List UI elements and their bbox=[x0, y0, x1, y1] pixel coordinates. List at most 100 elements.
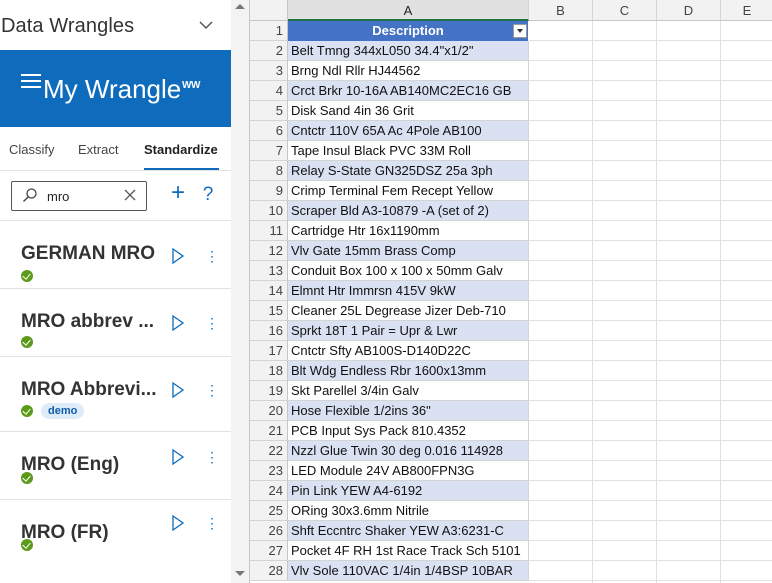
row-header[interactable]: 8 bbox=[250, 161, 288, 181]
row-header[interactable]: 27 bbox=[250, 541, 288, 561]
description-cell[interactable]: Relay S-State GN325DSZ 25a 3ph bbox=[288, 161, 529, 181]
row-header[interactable]: 16 bbox=[250, 321, 288, 341]
description-cell[interactable]: PCB Input Sys Pack 810.4352 bbox=[288, 421, 529, 441]
table-header-cell[interactable]: Description bbox=[288, 21, 529, 41]
description-cell[interactable]: Shft Eccntrc Shaker YEW A3:6231-C bbox=[288, 521, 529, 541]
select-all-corner[interactable] bbox=[250, 0, 288, 21]
scroll-up-icon[interactable] bbox=[235, 4, 245, 9]
description-cell[interactable]: Cntctr 110V 65A Ac 4Pole AB100 bbox=[288, 121, 529, 141]
grid-line bbox=[529, 80, 772, 81]
row-header[interactable]: 24 bbox=[250, 481, 288, 501]
description-cell[interactable]: Scraper Bld A3-10879 -A (set of 2) bbox=[288, 201, 529, 221]
description-cell[interactable]: Elmnt Htr Immrsn 415V 9kW bbox=[288, 281, 529, 301]
play-icon[interactable] bbox=[171, 382, 185, 398]
description-cell[interactable]: Cartridge Htr 16x1190mm bbox=[288, 221, 529, 241]
menu-icon[interactable] bbox=[21, 74, 41, 88]
description-cell[interactable]: Blt Wdg Endless Rbr 1600x13mm bbox=[288, 361, 529, 381]
column-header-b[interactable]: B bbox=[529, 0, 593, 21]
column-header-e[interactable]: E bbox=[721, 0, 772, 21]
row-header[interactable]: 19 bbox=[250, 381, 288, 401]
more-options-icon[interactable]: ⋮ bbox=[205, 248, 219, 264]
play-icon[interactable] bbox=[171, 315, 185, 331]
play-icon[interactable] bbox=[171, 449, 185, 465]
row-header[interactable]: 13 bbox=[250, 261, 288, 281]
grid-line bbox=[529, 200, 772, 201]
description-cell[interactable]: Pocket 4F RH 1st Race Track Sch 5101 bbox=[288, 541, 529, 561]
pane-tabs: Classify Extract Standardize bbox=[0, 138, 231, 172]
row-header[interactable]: 11 bbox=[250, 221, 288, 241]
wrangle-item[interactable]: GERMAN MRO ⋮ bbox=[0, 221, 231, 289]
pane-scrollbar[interactable] bbox=[231, 0, 249, 583]
more-options-icon[interactable]: ⋮ bbox=[205, 515, 219, 531]
column-header-c[interactable]: C bbox=[593, 0, 657, 21]
scroll-down-icon[interactable] bbox=[235, 571, 245, 576]
description-cell[interactable]: Cleaner 25L Degrease Jizer Deb-710 bbox=[288, 301, 529, 321]
description-cell[interactable]: Conduit Box 100 x 100 x 50mm Galv bbox=[288, 261, 529, 281]
column-header-a[interactable]: A bbox=[288, 0, 529, 21]
row-header[interactable]: 4 bbox=[250, 81, 288, 101]
row-header[interactable]: 3 bbox=[250, 61, 288, 81]
grid-line bbox=[720, 21, 721, 583]
wrangle-name: GERMAN MRO bbox=[21, 243, 156, 264]
description-cell[interactable]: Crct Brkr 10-16A AB140MC2EC16 GB bbox=[288, 81, 529, 101]
filter-dropdown-icon[interactable] bbox=[513, 24, 527, 38]
row-header[interactable]: 5 bbox=[250, 101, 288, 121]
wrangle-item[interactable]: MRO Abbrevi... demo ⋮ bbox=[0, 357, 231, 432]
status-check-icon bbox=[21, 336, 33, 348]
tab-extract[interactable]: Extract bbox=[78, 142, 118, 157]
row-header[interactable]: 17 bbox=[250, 341, 288, 361]
more-options-icon[interactable]: ⋮ bbox=[205, 382, 219, 398]
row-header[interactable]: 10 bbox=[250, 201, 288, 221]
status-check-icon bbox=[21, 405, 33, 417]
description-cell[interactable]: Skt Parellel 3/4in Galv bbox=[288, 381, 529, 401]
description-cell[interactable]: Nzzl Glue Twin 30 deg 0.016 114928 bbox=[288, 441, 529, 461]
wrangle-item[interactable]: MRO (FR) ⋮ bbox=[0, 500, 231, 567]
row-header[interactable]: 1 bbox=[250, 21, 288, 41]
description-cell[interactable]: Vlv Gate 15mm Brass Comp bbox=[288, 241, 529, 261]
row-header[interactable]: 20 bbox=[250, 401, 288, 421]
row-header[interactable]: 28 bbox=[250, 561, 288, 581]
wrangle-item[interactable]: MRO (Eng) ⋮ bbox=[0, 432, 231, 500]
wrangle-name: MRO Abbrevi... bbox=[21, 379, 157, 400]
grid-line bbox=[529, 420, 772, 421]
row-header[interactable]: 12 bbox=[250, 241, 288, 261]
wrangle-item[interactable]: MRO abbrev ... ⋮ bbox=[0, 289, 231, 357]
more-options-icon[interactable]: ⋮ bbox=[205, 315, 219, 331]
row-header[interactable]: 6 bbox=[250, 121, 288, 141]
description-cell[interactable]: Cntctr Sfty AB100S-D140D22C bbox=[288, 341, 529, 361]
help-icon[interactable]: ? bbox=[199, 182, 217, 208]
clear-search-icon[interactable] bbox=[124, 186, 140, 204]
row-header[interactable]: 9 bbox=[250, 181, 288, 201]
description-cell[interactable]: Disk Sand 4in 36 Grit bbox=[288, 101, 529, 121]
description-cell[interactable]: Sprkt 18T 1 Pair = Upr & Lwr bbox=[288, 321, 529, 341]
description-cell[interactable]: ORing 30x3.6mm Nitrile bbox=[288, 501, 529, 521]
description-cell[interactable]: Belt Tmng 344xL050 34.4"x1/2" bbox=[288, 41, 529, 61]
grid-line bbox=[529, 280, 772, 281]
more-options-icon[interactable]: ⋮ bbox=[205, 449, 219, 465]
description-cell[interactable]: Crimp Terminal Fem Recept Yellow bbox=[288, 181, 529, 201]
description-cell[interactable]: Hose Flexible 1/2ins 36" bbox=[288, 401, 529, 421]
row-header[interactable]: 18 bbox=[250, 361, 288, 381]
row-header[interactable]: 26 bbox=[250, 521, 288, 541]
search-input[interactable] bbox=[47, 187, 115, 205]
row-header[interactable]: 23 bbox=[250, 461, 288, 481]
tab-standardize[interactable]: Standardize bbox=[144, 142, 218, 157]
description-cell[interactable]: LED Module 24V AB800FPN3G bbox=[288, 461, 529, 481]
row-header[interactable]: 7 bbox=[250, 141, 288, 161]
column-header-d[interactable]: D bbox=[657, 0, 721, 21]
description-cell[interactable]: Brng Ndl Rllr HJ44562 bbox=[288, 61, 529, 81]
row-header[interactable]: 25 bbox=[250, 501, 288, 521]
row-header[interactable]: 2 bbox=[250, 41, 288, 61]
description-cell[interactable]: Tape Insul Black PVC 33M Roll bbox=[288, 141, 529, 161]
chevron-down-icon[interactable] bbox=[197, 14, 215, 36]
tab-classify[interactable]: Classify bbox=[9, 142, 55, 157]
row-header[interactable]: 15 bbox=[250, 301, 288, 321]
description-cell[interactable]: Pin Link YEW A4-6192 bbox=[288, 481, 529, 501]
add-wrangle-button[interactable]: + bbox=[167, 180, 189, 208]
row-header[interactable]: 22 bbox=[250, 441, 288, 461]
row-header[interactable]: 14 bbox=[250, 281, 288, 301]
description-cell[interactable]: Vlv Sole 110VAC 1/4in 1/4BSP 10BAR bbox=[288, 561, 529, 581]
play-icon[interactable] bbox=[171, 248, 185, 264]
play-icon[interactable] bbox=[171, 515, 185, 531]
row-header[interactable]: 21 bbox=[250, 421, 288, 441]
